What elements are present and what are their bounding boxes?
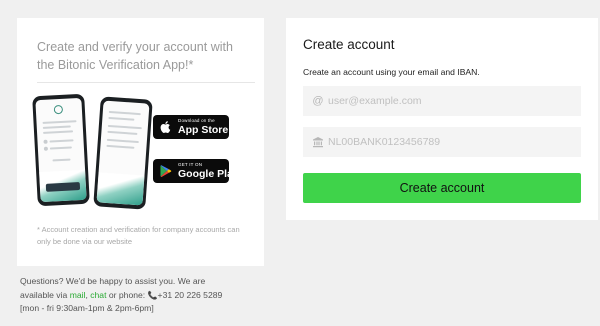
create-account-card: Create account Create an account using y… [286, 18, 598, 220]
phone-mockups-image [32, 92, 155, 210]
phone-mockup [32, 93, 90, 207]
company-account-note: * Account creation and verification for … [37, 225, 240, 246]
create-account-button[interactable]: Create account [303, 173, 581, 203]
chat-link[interactable]: chat [90, 290, 106, 300]
apple-icon [159, 120, 173, 134]
at-icon: @ [312, 95, 324, 107]
phone-number: +31 20 226 5289 [157, 289, 223, 300]
google-play-label: Google Play [178, 167, 239, 180]
app-store-button[interactable]: Download on the App Store [153, 115, 229, 139]
help-text: Questions? We'd be happy to assist you. … [20, 275, 260, 316]
app-store-small-label: Download on the [178, 118, 215, 123]
app-promo-card: Create and verify your account with the … [17, 18, 264, 266]
iban-input[interactable] [328, 136, 568, 148]
create-account-title: Create account [303, 37, 395, 52]
google-play-icon [159, 164, 173, 178]
bank-icon [312, 136, 324, 148]
help-available-text: available via [20, 289, 70, 300]
iban-field[interactable] [303, 127, 581, 157]
divider [37, 82, 255, 83]
app-store-label: App Store [178, 123, 229, 136]
help-or-phone-text: or phone: [106, 289, 148, 300]
google-play-small-label: GET IT ON [178, 162, 203, 167]
help-line-2: available via mail, chat or phone: 📞+31 … [20, 289, 260, 303]
app-promo-title: Create and verify your account with the … [37, 40, 233, 72]
email-input[interactable] [328, 95, 568, 107]
phone-icon: 📞 [147, 290, 158, 300]
help-hours: [mon - fri 9:30am-1pm & 2pm-6pm] [20, 303, 154, 313]
google-play-button[interactable]: GET IT ON Google Play [153, 159, 239, 183]
mail-link[interactable]: mail [70, 290, 86, 300]
email-field[interactable]: @ [303, 86, 581, 116]
help-line-1: Questions? We'd be happy to assist you. … [20, 276, 206, 286]
phone-mockup [93, 96, 153, 210]
create-account-subtitle: Create an account using your email and I… [303, 67, 480, 77]
